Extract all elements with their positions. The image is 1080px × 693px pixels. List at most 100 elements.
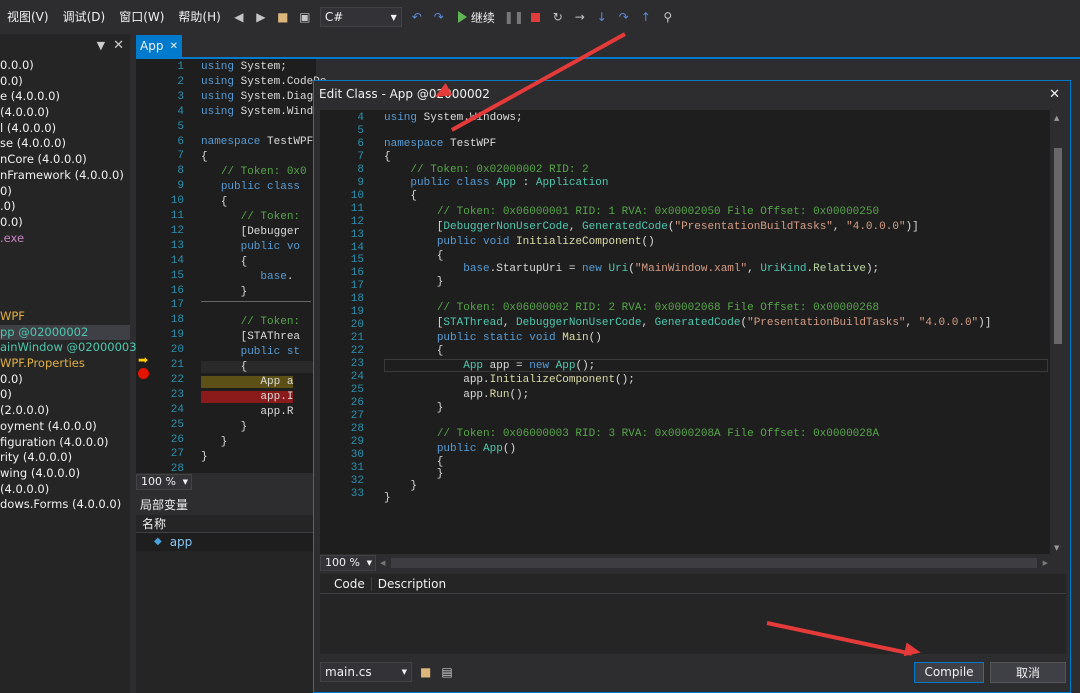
tree-item[interactable] — [0, 246, 130, 262]
tree-item[interactable]: dows.Forms (4.0.0.0) — [0, 497, 130, 513]
chevron-down-icon: ▼ — [366, 558, 372, 567]
tree-item[interactable]: e (4.0.0.0) — [0, 89, 130, 105]
locals-column-name[interactable]: 名称 — [136, 515, 316, 533]
language-select[interactable]: C# ▼ — [319, 7, 402, 27]
line-number: 12 — [350, 215, 364, 228]
line-number: 25 — [350, 383, 364, 396]
stop-icon[interactable] — [527, 8, 545, 26]
cancel-button[interactable]: 取消 — [990, 661, 1066, 683]
tree-item[interactable]: (2.0.0.0) — [0, 403, 130, 419]
tree-item[interactable]: wing (4.0.0.0) — [0, 466, 130, 482]
tree-item[interactable]: WPF — [0, 309, 130, 325]
line-number: 21 — [350, 332, 364, 345]
step-into-icon[interactable]: ↓ — [593, 8, 611, 26]
tree-item[interactable] — [0, 293, 130, 309]
tree-item[interactable]: 0.0.0) — [0, 58, 130, 74]
show-next-statement-icon[interactable]: → — [571, 8, 589, 26]
menu-help[interactable]: 帮助(H) — [171, 0, 227, 34]
step-over-icon[interactable]: ↷ — [615, 8, 633, 26]
tree-item[interactable]: l (4.0.0.0) — [0, 121, 130, 137]
compile-button[interactable]: Compile — [914, 661, 984, 683]
tree-item[interactable]: (4.0.0.0) — [0, 482, 130, 498]
code-editor[interactable]: 1 2 3 4 5 6 7 8 9 10 11 12 13 14 15 16 17 18 19 20 21 22 23 24 2… — [136, 59, 326, 475]
tree-item[interactable]: .exe — [0, 231, 130, 247]
locals-row-name: app — [169, 535, 193, 549]
locals-row[interactable]: ◆ app — [136, 533, 316, 551]
zoom-select[interactable]: 100 % ▼ — [320, 554, 376, 571]
search-icon[interactable]: ⚲ — [659, 8, 677, 26]
main-toolbar: 视图(V) 调试(D) 窗口(W) 帮助(H) ◀ ▶ ■ ▣ C# ▼ ↶ ↷… — [0, 0, 1080, 34]
undo-icon[interactable]: ↶ — [408, 8, 426, 26]
menu-debug[interactable]: 调试(D) — [56, 0, 113, 34]
chevron-down-icon: ▼ — [390, 12, 397, 22]
menu-window[interactable]: 窗口(W) — [112, 0, 171, 34]
tab-app[interactable]: App ✕ — [136, 35, 182, 57]
error-list: Code Description — [320, 574, 1066, 654]
forward-icon[interactable]: ▶ — [252, 8, 270, 26]
pause-icon[interactable]: ❚❚ — [504, 8, 524, 26]
file-select[interactable]: main.cs ▼ — [320, 662, 412, 682]
scroll-down-icon[interactable]: ▼ — [1054, 544, 1059, 552]
column-description[interactable]: Description — [372, 577, 452, 591]
tree-item[interactable]: 0.0) — [0, 215, 130, 231]
scroll-up-icon[interactable]: ▲ — [1054, 114, 1059, 122]
line-number: 4 — [177, 105, 184, 118]
tree-item[interactable]: nCore (4.0.0.0) — [0, 152, 130, 168]
tree-item[interactable]: figuration (4.0.0.0) — [0, 435, 130, 451]
dialog-code-editor[interactable]: 4 5 6 7 8 9 10 11 12 13 14 15 16 17 18 19 20 21 22 23 24 25 26… — [320, 110, 1066, 554]
line-number: 4 — [357, 112, 364, 124]
assembly-icon[interactable]: ▤ — [441, 665, 452, 679]
tree-item[interactable]: oyment (4.0.0.0) — [0, 419, 130, 435]
tree-item[interactable]: 0) — [0, 184, 130, 200]
tree-item[interactable]: WPF.Properties — [0, 356, 130, 372]
horizontal-scrollbar[interactable] — [391, 557, 1037, 568]
line-number: 33 — [350, 487, 364, 500]
line-number: 7 — [357, 150, 364, 163]
variable-icon: ◆ — [154, 536, 162, 547]
line-number: 3 — [177, 90, 184, 103]
tree-item[interactable]: se (4.0.0.0) — [0, 136, 130, 152]
step-out-icon[interactable]: ↑ — [637, 8, 655, 26]
open-folder-icon[interactable]: ■ — [420, 665, 431, 679]
tree-item[interactable]: nFramework (4.0.0.0) — [0, 168, 130, 184]
close-icon[interactable]: ✕ — [1049, 87, 1060, 102]
tree-item[interactable]: ainWindow @02000003 — [0, 340, 137, 356]
tree-item[interactable]: .0) — [0, 199, 130, 215]
vertical-scrollbar[interactable]: ▲ ▼ — [1050, 110, 1066, 554]
column-code[interactable]: Code — [320, 576, 372, 591]
assembly-icon[interactable]: ▣ — [296, 8, 314, 26]
close-icon[interactable]: ✕ — [170, 41, 178, 52]
close-icon[interactable]: ✕ — [113, 38, 124, 53]
tree-item[interactable]: (4.0.0.0) — [0, 105, 130, 121]
language-value: C# — [324, 10, 344, 24]
zoom-select[interactable]: 100 % ▼ — [136, 473, 192, 490]
tree-item[interactable]: 0.0) — [0, 74, 130, 90]
line-number: 5 — [357, 124, 364, 137]
chevron-down-icon: ▼ — [182, 477, 188, 486]
line-number: 18 — [170, 314, 184, 327]
dialog-title: Edit Class - App @02000002 — [319, 87, 490, 101]
tree-item[interactable]: rity (4.0.0.0) — [0, 450, 130, 466]
scrollbar-thumb[interactable] — [1054, 148, 1062, 344]
line-number: 20 — [350, 319, 364, 332]
line-number: 10 — [350, 189, 364, 202]
redo-icon[interactable]: ↷ — [430, 8, 448, 26]
menu-view[interactable]: 视图(V) — [0, 0, 56, 34]
panel-header: ▼ ✕ — [0, 34, 130, 56]
tree-item[interactable]: 0.0) — [0, 372, 130, 388]
tree-item[interactable] — [0, 278, 130, 294]
continue-button[interactable]: 继续 — [457, 9, 495, 26]
tree-item[interactable]: pp @02000002 — [0, 324, 130, 341]
line-number: 6 — [357, 137, 364, 150]
restart-icon[interactable]: ↻ — [549, 8, 567, 26]
tree-item[interactable] — [0, 262, 130, 278]
cancel-label: 取消 — [1015, 665, 1040, 680]
scroll-right-icon[interactable]: ▶ — [1043, 559, 1048, 567]
line-number: 16 — [350, 267, 364, 280]
breakpoint-icon[interactable] — [138, 368, 149, 379]
panel-dropdown-icon[interactable]: ▼ — [97, 39, 105, 52]
back-icon[interactable]: ◀ — [230, 8, 248, 26]
tree-item[interactable]: 0) — [0, 387, 130, 403]
scroll-left-icon[interactable]: ◀ — [380, 559, 385, 567]
open-folder-icon[interactable]: ■ — [274, 8, 292, 26]
